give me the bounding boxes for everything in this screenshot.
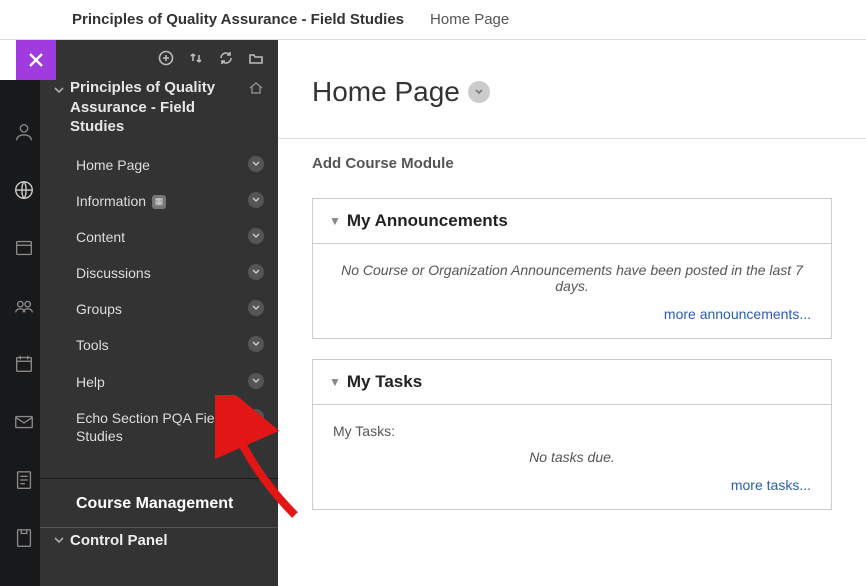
nav-home-page[interactable]: Home Page (40, 147, 278, 183)
announcements-module: ▼ My Announcements No Course or Organiza… (312, 198, 832, 339)
course-nav-list: Home Page Information▦ Content Discussio… (40, 147, 278, 455)
close-icon (27, 51, 45, 69)
breadcrumb-course[interactable]: Principles of Quality Assurance - Field … (72, 11, 404, 28)
nav-label: Content (76, 228, 240, 246)
collapse-triangle-icon: ▼ (329, 375, 341, 389)
more-announcements-link[interactable]: more announcements... (664, 306, 811, 322)
sidebar-toolbar (40, 40, 278, 72)
rail-tools-icon[interactable] (12, 526, 36, 550)
nav-label: Echo Section PQA Field Studies (76, 409, 240, 445)
chevron-down-icon[interactable] (248, 300, 264, 316)
add-icon[interactable] (158, 50, 174, 66)
collapse-arrow-icon (54, 82, 64, 98)
nav-label: Information▦ (76, 192, 240, 210)
chevron-down-icon[interactable] (248, 192, 264, 208)
tasks-module: ▼ My Tasks My Tasks: No tasks due. more … (312, 359, 832, 510)
folder-icon[interactable] (248, 50, 264, 66)
nav-label: Groups (76, 300, 240, 318)
more-tasks-link[interactable]: more tasks... (731, 477, 811, 493)
nav-groups[interactable]: Groups (40, 291, 278, 327)
page-title-menu-button[interactable] (468, 81, 490, 103)
nav-content[interactable]: Content (40, 219, 278, 255)
course-title-row[interactable]: Principles of Quality Assurance - Field … (40, 72, 278, 147)
rail-calendar-icon[interactable] (12, 352, 36, 376)
control-panel-label: Control Panel (70, 532, 168, 549)
tasks-label: My Tasks: (333, 423, 395, 439)
course-menu-sidebar: Principles of Quality Assurance - Field … (40, 40, 278, 586)
control-panel-toggle[interactable]: Control Panel (40, 527, 278, 559)
tasks-body: My Tasks: No tasks due. (313, 405, 831, 477)
reorder-icon[interactable] (188, 50, 204, 66)
collapse-arrow-icon (54, 532, 64, 549)
nav-tools[interactable]: Tools (40, 327, 278, 363)
rail-globe-icon[interactable] (12, 178, 36, 202)
course-title: Principles of Quality Assurance - Field … (70, 78, 244, 137)
page-title-row: Home Page (278, 40, 866, 138)
nav-label: Discussions (76, 264, 240, 282)
nav-label: Tools (76, 336, 240, 354)
page-title: Home Page (312, 76, 460, 108)
add-course-module-button[interactable]: Add Course Module (278, 155, 866, 198)
nav-information[interactable]: Information▦ (40, 183, 278, 219)
breadcrumb-page[interactable]: Home Page (430, 11, 509, 28)
chevron-down-icon[interactable] (248, 373, 264, 389)
chevron-down-icon[interactable] (248, 228, 264, 244)
nav-echo-section[interactable]: Echo Section PQA Field Studies (40, 400, 278, 454)
chevron-down-icon[interactable] (248, 336, 264, 352)
close-menu-button[interactable] (16, 40, 56, 80)
announcements-empty-text: No Course or Organization Announcements … (313, 244, 831, 306)
rail-groups-icon[interactable] (12, 294, 36, 318)
rail-mail-icon[interactable] (12, 410, 36, 434)
announcements-header[interactable]: ▼ My Announcements (313, 199, 831, 244)
breadcrumb: Principles of Quality Assurance - Field … (0, 0, 866, 40)
divider (278, 138, 866, 139)
course-management-header: Course Management (40, 479, 278, 527)
home-icon[interactable] (248, 80, 264, 99)
tasks-title: My Tasks (347, 372, 422, 392)
nav-label: Help (76, 373, 240, 391)
rail-profile-icon[interactable] (12, 120, 36, 144)
rail-grades-icon[interactable] (12, 468, 36, 492)
hidden-badge-icon: ▦ (152, 195, 166, 209)
chevron-down-icon[interactable] (248, 264, 264, 280)
refresh-icon[interactable] (218, 50, 234, 66)
announcements-title: My Announcements (347, 211, 508, 231)
chevron-down-icon[interactable] (248, 409, 264, 425)
tasks-header[interactable]: ▼ My Tasks (313, 360, 831, 405)
tasks-empty-text: No tasks due. (333, 449, 811, 465)
main-content: Home Page Add Course Module ▼ My Announc… (278, 40, 866, 586)
chevron-down-icon[interactable] (248, 156, 264, 172)
collapse-triangle-icon: ▼ (329, 214, 341, 228)
rail-courses-icon[interactable] (12, 236, 36, 260)
nav-discussions[interactable]: Discussions (40, 255, 278, 291)
nav-label: Home Page (76, 156, 240, 174)
nav-help[interactable]: Help (40, 364, 278, 400)
